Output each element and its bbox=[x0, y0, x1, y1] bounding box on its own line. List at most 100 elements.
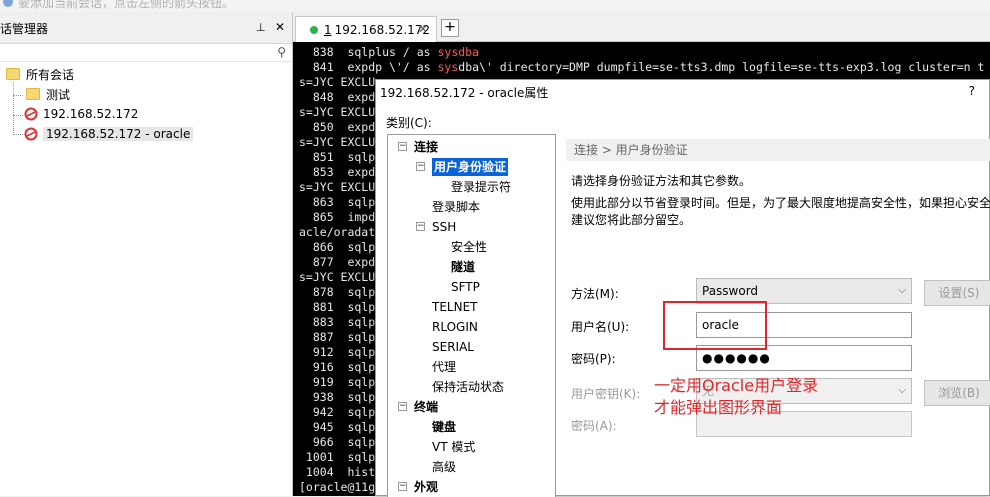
terminal-text: [oracle@11g bbox=[299, 480, 376, 494]
terminal-text: s=JYC EXCLU bbox=[299, 180, 376, 194]
terminal-text: 883 sqlp bbox=[299, 315, 376, 329]
folder-icon bbox=[26, 88, 40, 100]
tab-session-1[interactable]: 1 192.168.52.172 ✕ bbox=[295, 16, 437, 42]
terminal-text: 841 expdp \'/ as bbox=[299, 60, 438, 74]
category-item[interactable]: 隧道 bbox=[451, 257, 475, 277]
terminal-line: 881 sqlp bbox=[299, 300, 375, 315]
tree-item-all-sessions[interactable]: 所有会话 bbox=[6, 64, 74, 84]
collapse-toggle-icon[interactable]: − bbox=[398, 142, 407, 151]
terminal-line: 838 sqlplus / as sysdba bbox=[299, 45, 479, 60]
breadcrumb: 连接 > 用户身份验证 bbox=[566, 139, 990, 161]
category-item[interactable]: 安全性 bbox=[451, 237, 487, 257]
terminal-text: 881 sqlp bbox=[299, 300, 376, 314]
category-item[interactable]: 终端 bbox=[414, 397, 438, 417]
annotation-text: 一定用Oracle用户登录 才能弹出图形界面 bbox=[654, 375, 818, 419]
category-item[interactable]: VT 模式 bbox=[432, 437, 475, 457]
terminal-line: 848 expd bbox=[299, 90, 375, 105]
method-value: Password bbox=[702, 284, 759, 298]
category-item[interactable]: 用户身份验证 bbox=[432, 158, 509, 176]
tab-bar: 1 192.168.52.172 ✕ + bbox=[293, 12, 990, 42]
tab-number: 1 bbox=[324, 22, 332, 37]
terminal-line: 938 sqlp bbox=[299, 390, 375, 405]
category-item[interactable]: 外观 bbox=[414, 477, 438, 497]
terminal-line: 866 sqlp bbox=[299, 240, 375, 255]
terminal-line: 945 sqlp bbox=[299, 420, 375, 435]
terminal-text: 942 sqlp bbox=[299, 405, 376, 419]
top-hint-strip: 要添加当前会话，点击左侧的箭头按钮。 bbox=[0, 0, 990, 12]
category-item[interactable]: 键盘 bbox=[432, 417, 456, 437]
category-item[interactable]: 登录提示符 bbox=[451, 177, 511, 197]
search-icon[interactable]: ⚲ bbox=[277, 45, 286, 59]
terminal-text: 938 sqlp bbox=[299, 390, 376, 404]
terminal-text: 945 sqlp bbox=[299, 420, 376, 434]
close-tab-icon[interactable]: ✕ bbox=[418, 22, 428, 36]
category-item[interactable]: 保持活动状态 bbox=[432, 377, 504, 397]
terminal-line: 966 sqlp bbox=[299, 435, 375, 450]
add-tab-button[interactable]: + bbox=[441, 19, 459, 37]
terminal-line: acle/oradat bbox=[299, 225, 375, 240]
category-item[interactable]: 登录脚本 bbox=[432, 197, 480, 217]
terminal-text: 916 sqlp bbox=[299, 360, 376, 374]
collapse-toggle-icon[interactable]: − bbox=[398, 482, 407, 491]
category-item[interactable]: 连接 bbox=[414, 137, 438, 157]
collapse-toggle-icon[interactable]: − bbox=[416, 222, 425, 231]
terminal-line: 851 sqlp bbox=[299, 150, 375, 165]
terminal-text: 887 sqlp bbox=[299, 330, 376, 344]
browse-button[interactable]: 浏览(B) bbox=[924, 380, 990, 406]
top-hint-text: 要添加当前会话，点击左侧的箭头按钮。 bbox=[18, 0, 235, 10]
terminal-line: s=JYC EXCLU bbox=[299, 135, 375, 150]
category-item[interactable]: RLOGIN bbox=[432, 317, 478, 337]
collapse-toggle-icon[interactable]: − bbox=[398, 402, 407, 411]
close-icon[interactable]: ✕ bbox=[275, 20, 285, 34]
password-label: 密码(P): bbox=[571, 352, 616, 366]
terminal-text: s=JYC EXCLU bbox=[299, 135, 376, 149]
collapse-toggle-icon[interactable]: − bbox=[416, 162, 425, 171]
tree-item-session[interactable]: 192.168.52.172 bbox=[24, 104, 138, 124]
tree-item-label: 192.168.52.172 bbox=[43, 107, 139, 121]
terminal-text: s=JYC EXCLU bbox=[299, 75, 376, 89]
auth-help-text-2: 建议您将此部分留空。 bbox=[571, 213, 692, 227]
folder-icon bbox=[6, 68, 20, 80]
terminal-text: 878 sqlp bbox=[299, 285, 376, 299]
category-item[interactable]: 代理 bbox=[432, 357, 456, 377]
terminal-line: s=JYC EXCLU bbox=[299, 75, 375, 90]
terminal-line: 841 expdp \'/ as sysdba\' directory=DMP … bbox=[299, 60, 985, 75]
tree-guide-line bbox=[13, 115, 23, 116]
tree-item-session-selected[interactable]: 192.168.52.172 - oracle bbox=[24, 124, 194, 144]
terminal-text: 966 sqlp bbox=[299, 435, 376, 449]
terminal-text: 838 sqlplus / as bbox=[299, 45, 438, 59]
connected-status-icon bbox=[310, 25, 318, 34]
settings-button[interactable]: 设置(S) bbox=[924, 280, 990, 306]
terminal-line: 865 impd bbox=[299, 210, 375, 225]
category-item[interactable]: SERIAL bbox=[432, 337, 474, 357]
tab-label: 192.168.52.172 bbox=[334, 22, 431, 37]
terminal-line: 877 expd bbox=[299, 255, 375, 270]
terminal-text: 865 impd bbox=[299, 210, 376, 224]
pin-icon[interactable]: ⊥ bbox=[256, 21, 266, 34]
dialog-titlebar: 192.168.52.172 - oracle属性 ? bbox=[376, 80, 989, 102]
tree-guide-line bbox=[13, 82, 14, 133]
tree-guide-line bbox=[13, 134, 23, 135]
category-tree[interactable]: − 连接 − 用户身份验证 登录提示符 登录脚本 − SSH 安全性 隧道 SFTP TELNET RL… bbox=[387, 134, 556, 497]
passphrase-label: 密码(A): bbox=[571, 419, 617, 433]
session-search-bar[interactable]: ⚲ bbox=[0, 44, 292, 62]
category-item[interactable]: TELNET bbox=[432, 297, 478, 317]
terminal-text: 1004 hist bbox=[299, 465, 376, 479]
method-label: 方法(M): bbox=[571, 287, 619, 301]
session-manager-panel: 话管理器 ⊥ ✕ ⚲ 所有会话 测试 192.168.52.172 192.16… bbox=[0, 12, 293, 496]
terminal-keyword: sys bbox=[437, 60, 459, 74]
category-item[interactable]: SSH bbox=[432, 217, 456, 237]
annotation-highlight-box bbox=[663, 301, 767, 350]
terminal-text: 851 sqlp bbox=[299, 150, 376, 164]
terminal-line: 850 expd bbox=[299, 120, 375, 135]
terminal-text: s=JYC EXCLU bbox=[299, 270, 376, 284]
terminal-line: s=JYC EXCLU bbox=[299, 105, 375, 120]
terminal-text: 863 sqlp bbox=[299, 195, 376, 209]
category-item[interactable]: 高级 bbox=[432, 457, 456, 477]
tree-item-test-folder[interactable]: 测试 bbox=[26, 84, 70, 104]
terminal-text: 848 expd bbox=[299, 90, 376, 104]
help-button[interactable]: ? bbox=[969, 84, 975, 98]
category-item[interactable]: SFTP bbox=[451, 277, 480, 297]
terminal-line: 878 sqlp bbox=[299, 285, 375, 300]
dialog-title: 192.168.52.172 - oracle属性 bbox=[380, 86, 549, 100]
